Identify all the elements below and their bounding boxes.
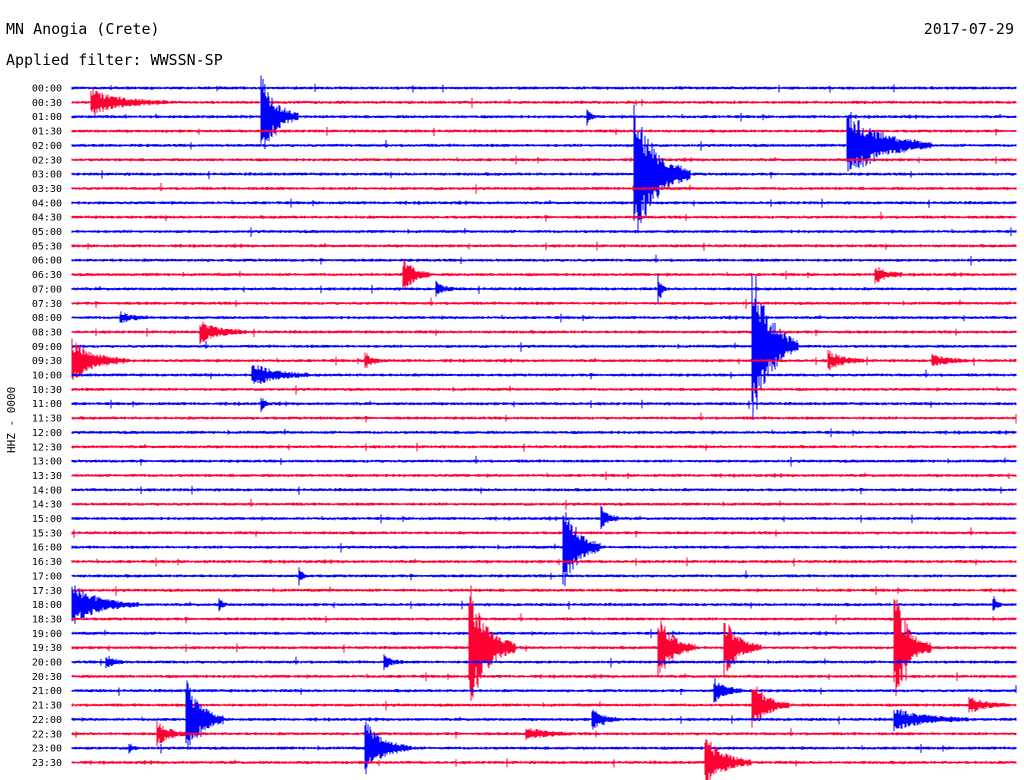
seismogram-trace-0900 bbox=[71, 275, 1017, 420]
seismogram-trace-2000 bbox=[71, 654, 1017, 670]
seismogram-trace-1400 bbox=[71, 485, 1017, 495]
time-tick-label: 09:00 bbox=[32, 342, 62, 353]
time-tick-label: 04:00 bbox=[32, 198, 62, 209]
time-tick-label: 21:00 bbox=[32, 686, 62, 697]
seismogram-trace-1930 bbox=[71, 585, 1017, 701]
seismogram-trace-0330 bbox=[71, 183, 1017, 194]
seismogram-trace-1230 bbox=[71, 442, 1017, 452]
time-tick-label: 05:30 bbox=[32, 241, 62, 252]
time-tick-label: 14:00 bbox=[32, 485, 62, 496]
time-tick-label: 00:00 bbox=[32, 84, 62, 95]
seismogram-trace-0030 bbox=[71, 87, 1017, 118]
time-tick-label: 04:30 bbox=[32, 213, 62, 224]
seismogram-trace-0430 bbox=[71, 211, 1017, 222]
seismogram-trace-0200 bbox=[71, 111, 1017, 172]
time-tick-label: 16:00 bbox=[32, 543, 62, 554]
time-tick-label: 13:00 bbox=[32, 457, 62, 468]
seismogram-trace-1700 bbox=[71, 567, 1017, 586]
seismogram-trace-1830 bbox=[71, 613, 1017, 625]
seismogram-trace-0700 bbox=[71, 274, 1017, 304]
seismogram-trace-0300 bbox=[71, 104, 1017, 230]
seismogram-trace-1200 bbox=[71, 428, 1017, 438]
time-tick-label: 00:30 bbox=[32, 98, 62, 109]
seismogram-trace-1630 bbox=[71, 557, 1017, 567]
seismogram-trace-1730 bbox=[71, 586, 1017, 596]
seismogram-trace-1330 bbox=[71, 471, 1017, 481]
time-tick-label: 02:00 bbox=[32, 141, 62, 152]
seismogram-trace-1030 bbox=[71, 385, 1017, 395]
time-tick-label: 20:30 bbox=[32, 672, 62, 683]
seismogram-trace-1500 bbox=[71, 506, 1017, 530]
time-tick-label: 10:30 bbox=[32, 385, 62, 396]
time-tick-label: 17:30 bbox=[32, 586, 62, 597]
seismogram-trace-0800 bbox=[71, 311, 1017, 323]
time-tick-label: 01:30 bbox=[32, 127, 62, 138]
time-tick-label: 23:30 bbox=[32, 758, 62, 769]
time-tick-label: 15:00 bbox=[32, 514, 62, 525]
time-tick-label: 21:30 bbox=[32, 701, 62, 712]
seismogram-trace-1100 bbox=[71, 397, 1017, 412]
time-tick-label: 23:00 bbox=[32, 744, 62, 755]
seismogram-trace-1300 bbox=[71, 455, 1017, 467]
seismogram-trace-1430 bbox=[71, 498, 1017, 510]
time-tick-label: 15:30 bbox=[32, 528, 62, 539]
time-tick-label: 13:30 bbox=[32, 471, 62, 482]
time-tick-label: 06:00 bbox=[32, 256, 62, 267]
time-tick-label: 12:30 bbox=[32, 442, 62, 453]
time-tick-label: 07:30 bbox=[32, 299, 62, 310]
seismogram-trace-0600 bbox=[71, 254, 1017, 266]
time-tick-label: 08:00 bbox=[32, 313, 62, 324]
time-tick-label: 01:00 bbox=[32, 112, 62, 123]
seismogram-trace-0630 bbox=[71, 259, 1017, 289]
seismogram-trace-0830 bbox=[71, 321, 1017, 345]
time-tick-label: 17:00 bbox=[32, 571, 62, 582]
time-tick-label: 07:00 bbox=[32, 284, 62, 295]
time-tick-label: 22:30 bbox=[32, 729, 62, 740]
time-tick-label: 11:30 bbox=[32, 414, 62, 425]
seismogram-trace-1130 bbox=[71, 412, 1017, 424]
seismogram-trace-1530 bbox=[71, 527, 1017, 538]
seismogram-trace-0500 bbox=[71, 227, 1017, 237]
time-tick-label: 12:00 bbox=[32, 428, 62, 439]
time-tick-label: 20:00 bbox=[32, 658, 62, 669]
seismogram-trace-2030 bbox=[71, 672, 1017, 682]
time-tick-label: 09:30 bbox=[32, 356, 62, 367]
time-tick-label: 06:30 bbox=[32, 270, 62, 281]
time-tick-label: 18:00 bbox=[32, 600, 62, 611]
seismogram-trace-0400 bbox=[71, 198, 1017, 208]
time-tick-label: 16:30 bbox=[32, 557, 62, 568]
seismogram-trace-0000 bbox=[71, 83, 1017, 93]
time-tick-label: 19:00 bbox=[32, 629, 62, 640]
seismogram-trace-2300 bbox=[71, 721, 1017, 775]
time-tick-label: 03:00 bbox=[32, 170, 62, 181]
seismogram-trace-2100 bbox=[71, 678, 1017, 703]
time-tick-label: 10:00 bbox=[32, 371, 62, 382]
time-tick-label: 05:00 bbox=[32, 227, 62, 238]
seismogram-trace-0730 bbox=[71, 297, 1017, 309]
time-tick-label: 11:00 bbox=[32, 399, 62, 410]
time-tick-label: 08:30 bbox=[32, 327, 62, 338]
time-tick-label: 18:30 bbox=[32, 614, 62, 625]
time-tick-label: 19:30 bbox=[32, 643, 62, 654]
helicorder-plot: 00:00 00:30 01:00 01:30 02:00 02:30 03:00 03:30… bbox=[32, 75, 1017, 780]
seismogram-trace-2330 bbox=[71, 739, 1017, 780]
channel-label: HHZ - 0000 bbox=[5, 386, 18, 453]
seismogram-trace-1900 bbox=[71, 629, 1017, 639]
time-tick-label: 22:00 bbox=[32, 715, 62, 726]
seismogram-trace-0530 bbox=[71, 241, 1017, 251]
time-tick-label: 14:30 bbox=[32, 500, 62, 511]
time-tick-label: 03:30 bbox=[32, 184, 62, 195]
seismogram-trace-1000 bbox=[71, 365, 1017, 384]
time-tick-label: 02:30 bbox=[32, 155, 62, 166]
